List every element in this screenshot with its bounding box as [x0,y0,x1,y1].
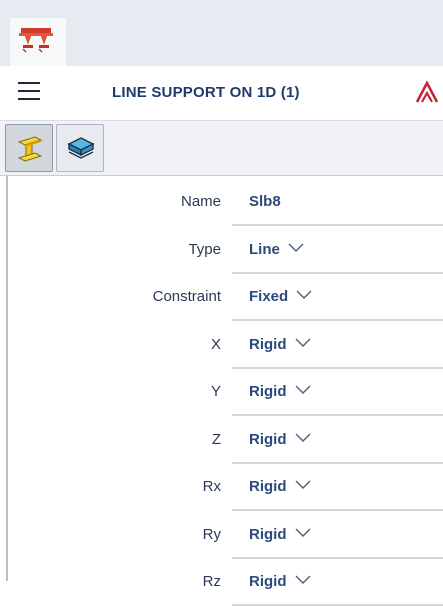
beam-properties-icon [17,136,43,162]
property-row-y: Y Rigid [0,370,443,417]
property-field-name[interactable]: Slb8 [232,180,443,226]
property-value-text: Line [249,240,280,258]
property-value-text: Rigid [249,573,287,590]
property-value-constraint: Fixed [249,288,312,305]
app-tab[interactable] [10,18,66,66]
panel-title: LINE SUPPORT ON 1D (1) [112,84,300,101]
property-value-type: Line [249,241,304,258]
slab-layers-icon [67,137,95,159]
brand-logo-icon [415,80,439,103]
hamburger-menu-icon[interactable] [18,82,40,102]
property-row-ry: Ry Rigid [0,513,443,560]
property-dropdown-x[interactable]: Rigid [232,323,443,369]
property-row-name: Name Slb8 [0,180,443,227]
property-label-ry: Ry [202,525,221,543]
property-value-text: Rigid [249,430,287,448]
property-row-rx: Rx Rigid [0,465,443,512]
property-dropdown-ry[interactable]: Rigid [232,513,443,559]
panel-header: LINE SUPPORT ON 1D (1) [0,66,443,121]
property-row-constraint: Constraint Fixed [0,275,443,322]
property-dropdown-type[interactable]: Line [232,228,443,274]
toolbar [0,121,443,176]
chevron-down-icon [295,385,310,394]
property-label-type: Type [188,240,221,258]
chevron-down-icon [295,575,310,584]
property-label-y: Y [210,383,221,400]
property-label-z: Z [211,430,221,448]
property-dropdown-rz[interactable]: Rigid [232,560,443,606]
property-value-rx: Rigid [249,478,311,495]
chevron-down-icon [295,433,310,442]
property-dropdown-constraint[interactable]: Fixed [232,275,443,321]
property-dropdown-z[interactable]: Rigid [232,418,443,464]
slab-layers-button[interactable] [56,124,104,172]
property-value-text: Fixed [249,288,289,305]
chevron-down-icon [295,480,310,489]
property-label-rx: Rx [202,478,221,495]
property-dropdown-y[interactable]: Rigid [232,370,443,416]
chevron-down-icon [288,243,304,252]
property-value-rz: Rigid [249,573,311,590]
top-bar [0,0,443,66]
property-label-name: Name [180,193,221,210]
property-row-x: X Rigid [0,323,443,370]
property-row-type: Type Line [0,228,443,275]
chevron-down-icon [295,338,310,347]
property-value-name: Slb8 [249,193,281,210]
property-value-text: Rigid [249,478,287,495]
property-row-rz: Rz Rigid [0,560,443,607]
property-value-text: Slb8 [249,193,281,210]
chevron-down-icon [296,290,312,299]
property-row-z: Z Rigid [0,418,443,465]
property-value-text: Rigid [249,335,287,353]
property-label-x: X [210,335,221,353]
property-value-text: Rigid [249,525,287,543]
chevron-down-icon [295,528,310,537]
property-label-rz: Rz [202,573,221,590]
property-value-z: Rigid [249,431,311,448]
property-value-x: Rigid [249,336,311,353]
property-value-y: Rigid [249,383,311,400]
property-label-constraint: Constraint [152,288,221,305]
property-value-text: Rigid [249,383,287,400]
support-structure-icon [19,28,53,53]
property-dropdown-rx[interactable]: Rigid [232,465,443,511]
property-value-ry: Rigid [249,526,311,543]
beam-properties-button[interactable] [5,124,53,172]
